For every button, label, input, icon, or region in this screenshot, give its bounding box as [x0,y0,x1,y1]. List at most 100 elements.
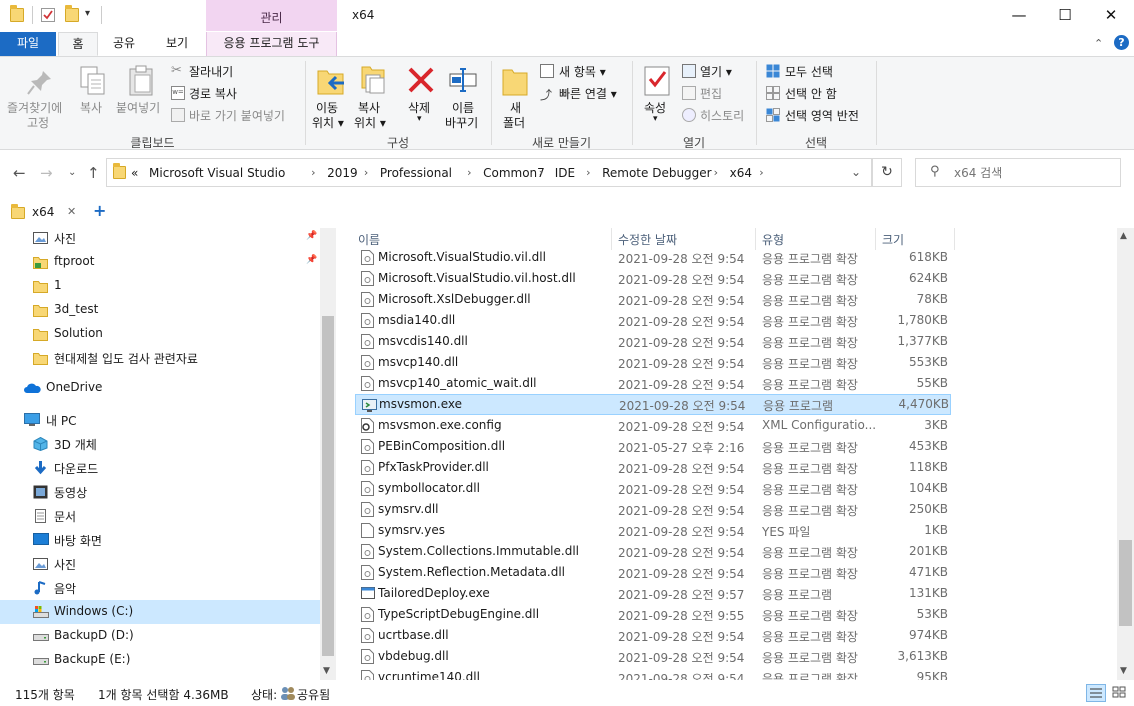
move-to-icon[interactable] [316,65,346,95]
properties-dropdown-icon[interactable]: ▾ [653,114,658,124]
new-tab-button[interactable]: + [93,201,106,220]
table-row[interactable]: Microsoft.VisualStudio.vil.host.dll 2021-… [355,268,951,289]
search-box[interactable]: ⚲ [915,158,1121,187]
maximize-button[interactable]: ☐ [1042,0,1088,31]
nav-item[interactable]: 3d_test [0,298,320,322]
copy-to-icon[interactable] [358,63,388,94]
scroll-down-icon[interactable]: ▼ [1120,666,1127,676]
paste-button[interactable]: 붙여넣기 [116,99,160,116]
delete-dropdown-icon[interactable]: ▾ [417,114,422,124]
tab-share[interactable]: 공유 [102,32,146,56]
new-folder-icon[interactable] [500,65,530,96]
tab-view[interactable]: 보기 [154,32,200,56]
select-none-button[interactable]: 선택 안 함 [785,85,837,102]
table-row[interactable]: Microsoft.XslDebugger.dll 2021-09-28 오전 9… [355,289,951,310]
nav-item[interactable]: BackupE (E:) [0,648,320,672]
table-row[interactable]: System.Collections.Immutable.dll 2021-09-… [355,541,951,562]
quick-access-dropdown-icon[interactable]: ▾ [85,8,90,19]
nav-item[interactable]: 내 PC [0,408,320,432]
nav-item[interactable]: BackupD (D:) [0,624,320,648]
copy-path-button[interactable]: 경로 복사 [189,85,237,102]
address-bar[interactable]: « Microsoft Visual Studio › 2019 › Professio… [106,158,872,187]
help-icon[interactable]: ? [1114,35,1129,50]
easy-access-button[interactable]: 빠른 연결 ▾ [559,85,617,102]
nav-item[interactable]: 사진 📌 [0,228,320,250]
up-arrow-icon[interactable]: ↑ [87,164,100,182]
minimize-button[interactable]: — [996,0,1042,31]
recent-locations-chevron-icon[interactable]: ⌄ [68,167,76,178]
breadcrumb-separator-icon[interactable]: › [759,166,763,179]
table-row[interactable]: Microsoft.VisualStudio.vil.dll 2021-09-28… [355,247,951,268]
paste-icon[interactable] [126,65,156,96]
table-row[interactable]: PfxTaskProvider.dll 2021-09-28 오전 9:54 응용 … [355,457,951,478]
file-list-scrollbar-thumb[interactable] [1119,540,1132,626]
breadcrumb-separator-icon[interactable]: › [539,166,543,179]
breadcrumb-item[interactable]: IDE [555,166,575,180]
open-button[interactable]: 열기 ▾ [700,63,732,80]
details-view-icon[interactable] [1086,684,1106,702]
column-size[interactable]: 크기 [882,231,904,248]
folder-tab[interactable]: x64 ✕ [4,199,84,225]
table-row[interactable]: symsrv.dll 2021-09-28 오전 9:54 응용 프로그램 확장 25… [355,499,951,520]
breadcrumb-item[interactable]: x64 [730,166,752,180]
tab-home[interactable]: 홈 [58,32,98,56]
nav-item[interactable]: 동영상 [0,480,320,504]
table-row[interactable]: System.Reflection.Metadata.dll 2021-09-28… [355,562,951,583]
column-type[interactable]: 유형 [762,231,784,248]
breadcrumb-overflow[interactable]: « [131,166,138,180]
nav-item[interactable]: 1 [0,274,320,298]
table-row[interactable]: TailoredDeploy.exe 2021-09-28 오전 9:57 응용 프… [355,583,951,604]
tab-app-tools[interactable]: 응용 프로그램 도구 [206,32,337,56]
back-arrow-icon[interactable]: ← [13,164,26,182]
pin-icon[interactable] [25,67,55,97]
properties-check-icon[interactable] [41,8,55,22]
table-row[interactable]: symbollocator.dll 2021-09-28 오전 9:54 응용 프로… [355,478,951,499]
new-item-button[interactable]: 새 항목 ▾ [559,63,606,80]
large-icons-view-icon[interactable] [1110,684,1130,702]
cut-button[interactable]: 잘라내기 [189,63,233,80]
table-row[interactable]: symsrv.yes 2021-09-28 오전 9:54 YES 파일 1KB [355,520,951,541]
new-folder-icon[interactable] [65,5,79,22]
column-separator[interactable] [954,228,955,250]
copy-icon[interactable] [78,65,108,95]
properties-icon[interactable] [642,65,672,96]
breadcrumb-item[interactable]: Professional [380,166,452,180]
breadcrumb-item[interactable]: 2019 [327,166,358,180]
chevron-up-icon[interactable]: ⌃ [1094,37,1103,50]
breadcrumb-separator-icon[interactable]: › [467,166,471,179]
table-row[interactable]: msvsmon.exe.config 2021-09-28 오전 9:54 XML … [355,415,951,436]
breadcrumb-separator-icon[interactable]: › [714,166,718,179]
address-dropdown-icon[interactable]: ⌄ [851,165,861,179]
scroll-down-icon[interactable]: ▼ [323,666,330,676]
context-tab-manage[interactable]: 관리 [206,0,337,31]
invert-selection-button[interactable]: 선택 영역 반전 [785,107,859,124]
edit-button[interactable]: 편집 [700,85,722,102]
forward-arrow-icon[interactable]: → [40,164,53,182]
table-row[interactable]: vbdebug.dll 2021-09-28 오전 9:54 응용 프로그램 확장 3… [355,646,951,667]
table-row[interactable]: msvsmon.exe 2021-09-28 오전 9:54 응용 프로그램 4,47… [355,394,951,415]
table-row[interactable]: ucrtbase.dll 2021-09-28 오전 9:54 응용 프로그램 확장… [355,625,951,646]
nav-scrollbar-thumb[interactable] [322,316,334,656]
table-row[interactable]: msvcdis140.dll 2021-09-28 오전 9:54 응용 프로그램 … [355,331,951,352]
nav-item[interactable]: 3D 개체 [0,432,320,456]
nav-item[interactable]: 음악 [0,576,320,600]
table-row[interactable]: PEBinComposition.dll 2021-05-27 오후 2:16 응용… [355,436,951,457]
breadcrumb-separator-icon[interactable]: › [311,166,315,179]
nav-item[interactable]: 다운로드 [0,456,320,480]
nav-item[interactable]: Windows (C:) [0,600,320,624]
close-tab-icon[interactable]: ✕ [67,205,76,218]
nav-item[interactable]: 문서 [0,504,320,528]
breadcrumb-separator-icon[interactable]: › [364,166,368,179]
nav-item[interactable]: OneDrive [0,376,320,400]
nav-item[interactable]: 사진 [0,552,320,576]
delete-icon[interactable] [406,65,436,95]
nav-item[interactable]: 현대제철 입도 검사 관련자료 [0,346,320,370]
table-row[interactable]: TypeScriptDebugEngine.dll 2021-09-28 오전 9… [355,604,951,625]
refresh-icon[interactable]: ↻ [872,158,902,187]
paste-shortcut-button[interactable]: 바로 가기 붙여넣기 [189,107,285,124]
close-button[interactable]: ✕ [1088,0,1134,31]
column-date[interactable]: 수정한 날짜 [618,231,677,248]
table-row[interactable]: msvcp140_atomic_wait.dll 2021-09-28 오전 9:… [355,373,951,394]
select-all-button[interactable]: 모두 선택 [785,63,833,80]
column-name[interactable]: 이름 [358,231,380,248]
